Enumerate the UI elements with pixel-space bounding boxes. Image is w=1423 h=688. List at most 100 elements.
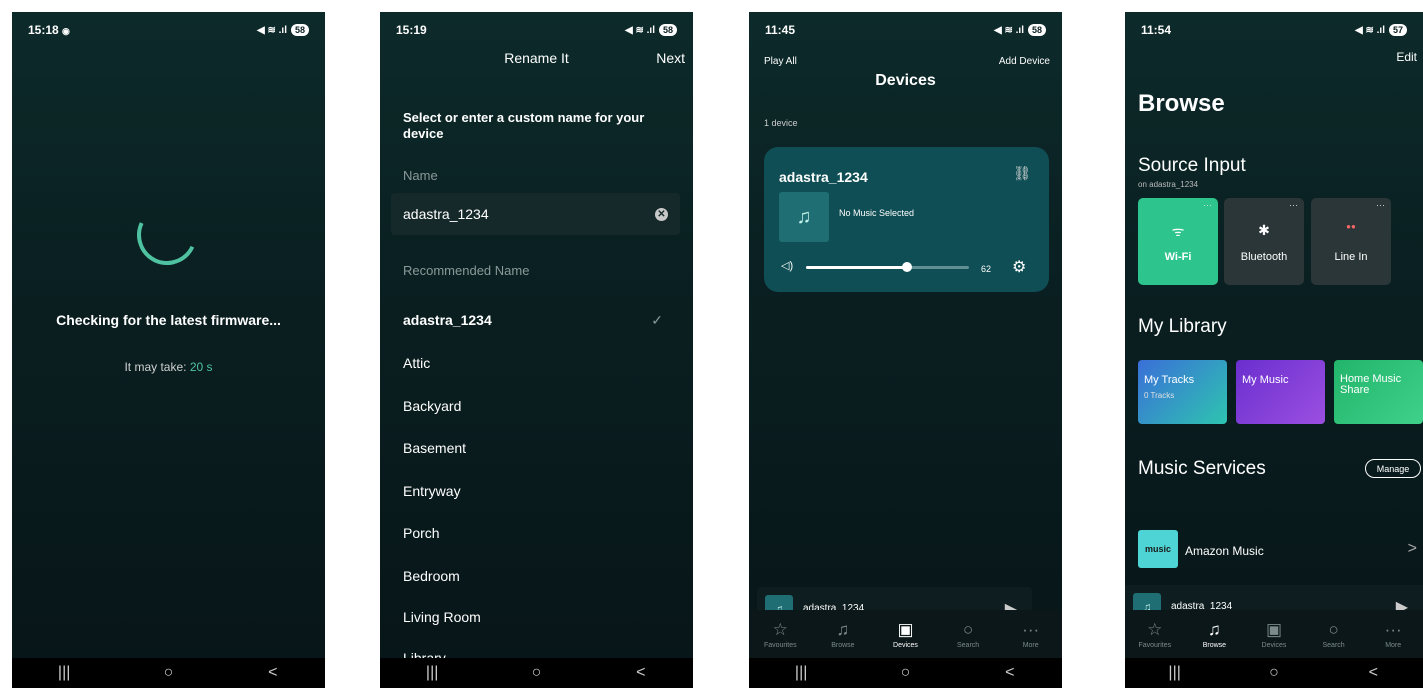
tab-search[interactable]: ○ Search <box>937 610 1000 658</box>
tab-label: More <box>1385 641 1402 649</box>
back-button[interactable]: < <box>258 664 288 682</box>
signal-icon: ◀ ≋ .ıl <box>257 24 287 36</box>
my-tracks-tile[interactable]: My Tracks 0 Tracks <box>1138 360 1227 424</box>
library-title: My Music <box>1242 374 1289 386</box>
tab-label: Search <box>1322 641 1345 649</box>
album-art-icon: ♫ <box>779 192 829 242</box>
browse-icon: ♫ <box>1208 619 1221 639</box>
firmware-check-screen: 15:18 ◉ ◀ ≋ .ıl 58 Checking for the lates… <box>12 12 325 688</box>
wait-prefix: It may take: <box>124 360 187 374</box>
manage-button[interactable]: Manage <box>1365 459 1421 478</box>
tab-label: Favourites <box>1138 641 1172 649</box>
tab-devices[interactable]: ▣ Devices <box>874 610 937 658</box>
rename-device-screen: 15:19 ◀ ≋ .ıl 58 Rename It Next Select or… <box>380 12 693 688</box>
more-icon[interactable]: ··· <box>1376 200 1385 210</box>
source-label: Line In <box>1334 251 1368 263</box>
tab-favourites[interactable]: ☆ Favourites <box>1125 610 1185 658</box>
status-bar: 11:54 ◀ ≋ .ıl 57 <box>1125 12 1423 48</box>
play-all-button[interactable]: Play All <box>764 56 797 67</box>
battery-icon: 58 <box>290 24 309 36</box>
home-music-share-tile[interactable]: Home Music Share <box>1334 360 1423 424</box>
volume-value: 62 <box>981 264 992 274</box>
name-option[interactable]: Basement <box>403 440 663 456</box>
tab-label: Browse <box>831 641 855 649</box>
name-option[interactable]: Backyard <box>403 398 663 414</box>
more-icon: ··· <box>1384 619 1402 639</box>
link-icon[interactable]: ⛓ <box>1013 165 1031 182</box>
device-name: adastra_1234 <box>779 169 868 185</box>
source-wifi-tile[interactable]: ··· ᯤ Wi-Fi <box>1138 198 1218 285</box>
home-button[interactable]: ○ <box>890 664 920 682</box>
system-nav-bar: ||| ○ < <box>749 658 1062 688</box>
name-option[interactable]: Bedroom <box>403 568 663 584</box>
tab-search[interactable]: ○ Search <box>1304 610 1364 658</box>
tab-browse[interactable]: ♫ Browse <box>1185 610 1245 658</box>
status-time: 15:19 <box>396 23 427 37</box>
status-bar: 11:45 ◀ ≋ .ıl 58 <box>749 12 1062 48</box>
wait-value: 20 s <box>189 360 213 374</box>
library-title: My Tracks <box>1144 374 1195 386</box>
page-title: Browse <box>1138 90 1225 117</box>
my-music-tile[interactable]: My Music <box>1236 360 1325 424</box>
status-time: 11:45 <box>765 23 796 37</box>
browse-icon: ♫ <box>836 619 850 639</box>
check-icon: ✓ <box>651 312 663 328</box>
tab-devices[interactable]: ▣ Devices <box>1244 610 1304 658</box>
volume-slider-handle[interactable] <box>902 262 912 272</box>
gear-icon[interactable]: ⚙ <box>1012 257 1026 277</box>
devices-icon: ▣ <box>1265 619 1283 639</box>
back-button[interactable]: < <box>995 664 1025 682</box>
wait-time-text: It may take: 20 s <box>12 360 325 374</box>
tab-favourites[interactable]: ☆ Favourites <box>749 610 812 658</box>
next-button[interactable]: Next <box>656 50 685 66</box>
recents-button[interactable]: ||| <box>417 664 447 682</box>
now-playing-text: No Music Selected <box>839 208 915 218</box>
tab-more[interactable]: ··· More <box>1363 610 1423 658</box>
tab-more[interactable]: ··· More <box>999 610 1062 658</box>
name-input-value: adastra_1234 <box>403 206 489 222</box>
source-bluetooth-tile[interactable]: ··· ✱ Bluetooth <box>1224 198 1304 285</box>
back-button[interactable]: < <box>1358 664 1388 682</box>
tab-bar: ☆ Favourites ♫ Browse ▣ Devices ○ Search ··· More <box>749 610 1062 658</box>
name-option[interactable]: Porch <box>403 525 663 541</box>
source-input-heading: Source Input <box>1138 155 1246 176</box>
volume-icon[interactable]: ◁) <box>781 259 793 272</box>
name-option[interactable]: Attic <box>403 355 663 371</box>
amazon-music-logo: music <box>1138 530 1178 568</box>
page-title: Devices <box>875 72 936 89</box>
recents-button[interactable]: ||| <box>49 664 79 682</box>
name-option[interactable]: adastra_1234 ✓ <box>403 312 663 329</box>
device-card[interactable]: adastra_1234 ⛓ ♫ No Music Selected ◁) 62… <box>764 147 1049 292</box>
favourites-icon: ☆ <box>772 619 788 639</box>
more-icon: ··· <box>1022 619 1040 639</box>
devices-screen: 11:45 ◀ ≋ .ıl 58 Play All Add Device Devi… <box>749 12 1062 688</box>
status-time: 15:18 <box>28 23 59 37</box>
name-option[interactable]: Living Room <box>403 609 663 625</box>
system-nav-bar: ||| ○ < <box>380 658 693 688</box>
tab-browse[interactable]: ♫ Browse <box>812 610 875 658</box>
battery-icon: 58 <box>1027 24 1046 36</box>
volume-slider-fill <box>806 266 907 269</box>
more-icon[interactable]: ··· <box>1289 200 1298 210</box>
signal-icon: ◀ ≋ .ıl <box>1355 24 1385 36</box>
more-icon[interactable]: ··· <box>1203 200 1212 210</box>
name-label: Name <box>403 168 438 183</box>
name-input[interactable]: adastra_1234 ✕ <box>391 193 680 235</box>
edit-button[interactable]: Edit <box>1396 50 1417 64</box>
tab-label: Favourites <box>763 641 797 649</box>
my-library-heading: My Library <box>1138 316 1227 337</box>
clear-icon[interactable]: ✕ <box>655 207 668 221</box>
chevron-right-icon[interactable]: > <box>1408 540 1417 558</box>
name-option[interactable]: Entryway <box>403 483 663 499</box>
amazon-music-label[interactable]: Amazon Music <box>1185 544 1264 558</box>
home-button[interactable]: ○ <box>521 664 551 682</box>
recents-button[interactable]: ||| <box>786 664 816 682</box>
add-device-button[interactable]: Add Device <box>999 56 1050 67</box>
loading-spinner-icon <box>128 196 206 274</box>
signal-icon: ◀ ≋ .ıl <box>994 24 1024 36</box>
back-button[interactable]: < <box>626 664 656 682</box>
home-button[interactable]: ○ <box>1259 664 1289 682</box>
recents-button[interactable]: ||| <box>1160 664 1190 682</box>
home-button[interactable]: ○ <box>153 664 183 682</box>
source-line-in-tile[interactable]: ··· ●● Line In <box>1311 198 1391 285</box>
